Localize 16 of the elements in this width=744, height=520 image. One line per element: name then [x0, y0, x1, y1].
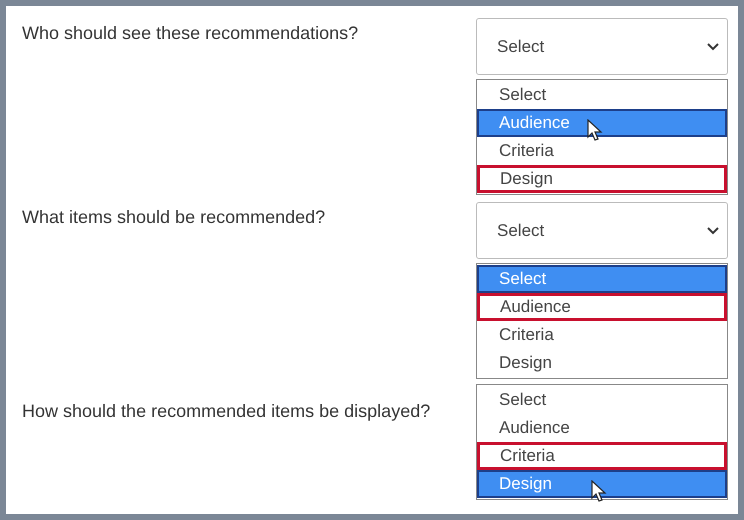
- chevron-down-icon: [707, 226, 719, 234]
- dropdown-option[interactable]: Audience: [477, 414, 727, 442]
- dropdown-option[interactable]: Criteria: [477, 137, 727, 165]
- dropdown[interactable]: Select: [476, 18, 728, 75]
- dropdown-option[interactable]: Design: [477, 349, 727, 377]
- dropdown-option[interactable]: Audience: [477, 293, 727, 321]
- dropdown-option[interactable]: Select: [477, 386, 727, 414]
- question-text: How should the recommended items be displayed?: [22, 400, 430, 423]
- dropdown-option[interactable]: Criteria: [477, 321, 727, 349]
- dropdown[interactable]: Select: [476, 202, 728, 259]
- chevron-down-icon: [707, 42, 719, 50]
- dropdown-option[interactable]: Design: [477, 165, 727, 193]
- question-text: What items should be recommended?: [22, 206, 326, 229]
- dropdown-option[interactable]: Select: [477, 81, 727, 109]
- dropdown-option[interactable]: Criteria: [477, 442, 727, 470]
- question-text: Who should see these recommendations?: [22, 22, 358, 45]
